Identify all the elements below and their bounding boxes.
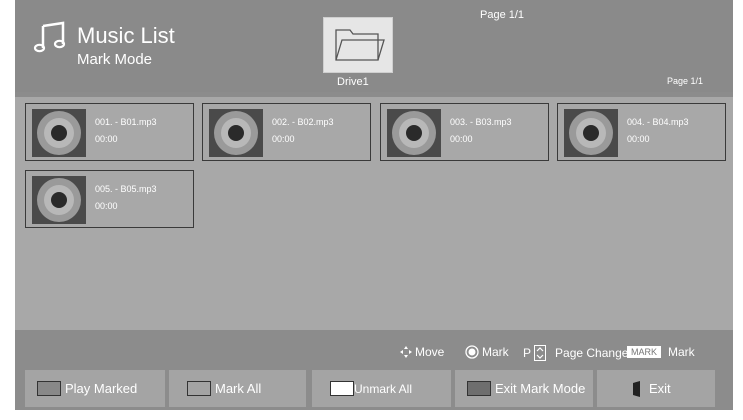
cd-disc-icon	[37, 111, 81, 155]
cd-disc-icon	[392, 111, 436, 155]
legend-mark-key-label: Mark	[668, 345, 695, 359]
move-arrows-icon	[400, 346, 412, 358]
mark-key-badge: MARK	[627, 346, 662, 358]
cd-disc-icon	[569, 111, 613, 155]
track-time: 00:00	[450, 134, 473, 144]
legend-move: Move	[400, 345, 444, 359]
list-item[interactable]: 003. - B03.mp3 00:00	[380, 103, 549, 161]
mode-subtitle: Mark Mode	[77, 51, 153, 68]
grey-swatch	[37, 381, 61, 396]
unmark-all-label: Unmark All	[354, 381, 413, 396]
list-item[interactable]: 004. - B04.mp3 00:00	[557, 103, 726, 161]
legend-move-label: Move	[415, 345, 445, 359]
legend-p-label: P	[523, 346, 532, 360]
track-time: 00:00	[95, 201, 118, 211]
cd-thumbnail	[32, 176, 86, 224]
list-item[interactable]: 005. - B05.mp3 00:00	[25, 170, 194, 228]
play-marked-label: Play Marked	[65, 381, 138, 396]
cd-thumbnail	[32, 109, 86, 157]
header: Music List Mark Mode Page 1/1 Drive1 Pag…	[15, 0, 733, 92]
track-name: 003. - B03.mp3	[450, 117, 512, 127]
cd-thumbnail	[564, 109, 618, 157]
mark-all-label: Mark All	[215, 381, 262, 396]
cd-thumbnail	[387, 109, 441, 157]
page-up-down-icon	[534, 345, 547, 361]
drive-folder[interactable]	[323, 17, 393, 73]
track-name: 002. - B02.mp3	[272, 117, 334, 127]
legend-page-change: P Page Change	[523, 345, 628, 361]
legend-mark-label: Mark	[482, 345, 509, 359]
list-item[interactable]: 002. - B02.mp3 00:00	[202, 103, 371, 161]
legend-mark-key: MARK Mark	[627, 345, 695, 359]
outline-swatch	[187, 381, 211, 396]
button-bar: Play Marked Mark All Unmark All Exit Mar…	[15, 370, 733, 408]
tv-frame: Music List Mark Mode Page 1/1 Drive1 Pag…	[0, 0, 743, 420]
exit-button[interactable]: Exit	[597, 370, 715, 407]
cd-disc-icon	[214, 111, 258, 155]
music-list: 001. - B01.mp3 00:00 002. - B02.mp3 00:0…	[15, 97, 733, 330]
page-title: Music List	[77, 23, 175, 48]
cd-disc-icon	[37, 178, 81, 222]
track-time: 00:00	[95, 134, 118, 144]
play-marked-button[interactable]: Play Marked	[25, 370, 165, 407]
page-indicator: Page 1/1	[667, 76, 704, 86]
list-item[interactable]: 001. - B01.mp3 00:00	[25, 103, 194, 161]
track-name: 004. - B04.mp3	[627, 117, 689, 127]
folder-icon	[335, 29, 385, 61]
exit-door-icon	[633, 380, 640, 397]
track-time: 00:00	[272, 134, 295, 144]
cd-thumbnail	[209, 109, 263, 157]
dark-swatch	[467, 381, 491, 396]
ok-button-icon	[465, 345, 479, 359]
track-name: 005. - B05.mp3	[95, 184, 157, 194]
track-time: 00:00	[627, 134, 650, 144]
key-legend: Move Mark P Page Change MARK Mark	[15, 338, 733, 364]
exit-mark-mode-button[interactable]: Exit Mark Mode	[455, 370, 593, 407]
page-indicator-top: Page 1/1	[480, 9, 525, 21]
mark-all-button[interactable]: Mark All	[169, 370, 306, 407]
drive-label: Drive1	[337, 76, 369, 88]
unmark-all-button[interactable]: Unmark All	[312, 370, 451, 407]
white-swatch	[330, 381, 354, 396]
music-note-icon	[33, 21, 66, 53]
track-name: 001. - B01.mp3	[95, 117, 157, 127]
exit-label: Exit	[649, 381, 671, 396]
music-list-screen: Music List Mark Mode Page 1/1 Drive1 Pag…	[15, 0, 733, 410]
legend-mark: Mark	[465, 345, 509, 359]
exit-mark-mode-label: Exit Mark Mode	[495, 381, 586, 396]
legend-page-change-label: Page Change	[555, 346, 629, 360]
